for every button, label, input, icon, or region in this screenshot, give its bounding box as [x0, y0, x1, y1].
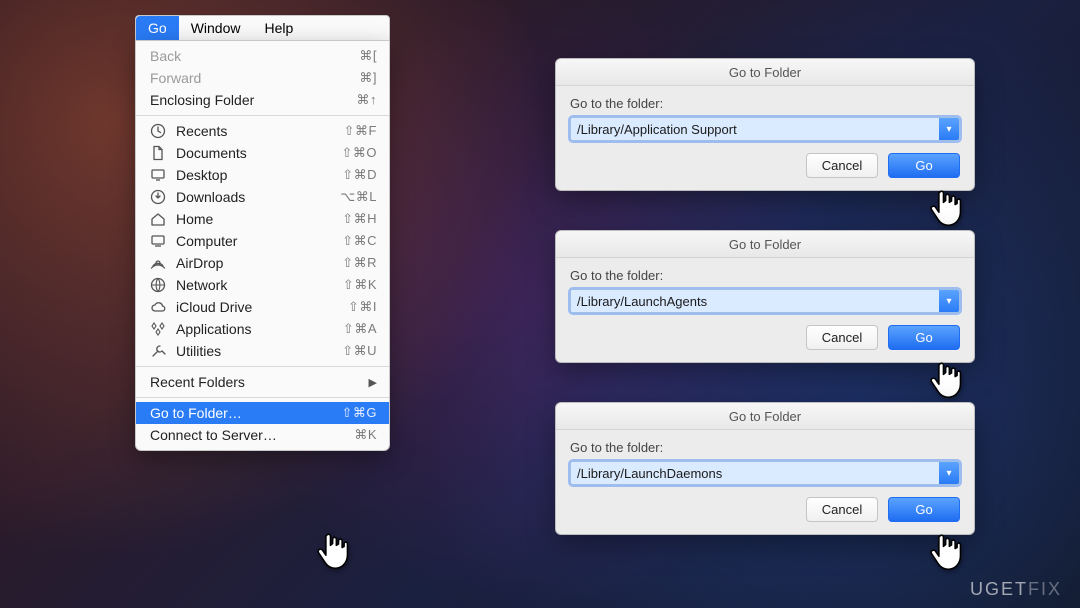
shortcut-label: ⇧⌘O	[341, 145, 377, 161]
folder-path-combobox[interactable]: ▾	[570, 461, 960, 485]
menu-item-recents[interactable]: Recents ⇧⌘F	[136, 120, 389, 142]
cancel-button[interactable]: Cancel	[806, 497, 878, 522]
go-button[interactable]: Go	[888, 325, 960, 350]
menu-item-utilities[interactable]: Utilities ⇧⌘U	[136, 340, 389, 362]
dialog-title: Go to Folder	[556, 231, 974, 258]
go-to-folder-dialog-3: Go to Folder Go to the folder: ▾ Cancel …	[555, 402, 975, 535]
pointer-cursor-icon	[313, 528, 353, 576]
menu-item-documents[interactable]: Documents ⇧⌘O	[136, 142, 389, 164]
menu-item-network[interactable]: Network ⇧⌘K	[136, 274, 389, 296]
go-menu-dropdown: Back ⌘[ Forward ⌘] Enclosing Folder ⌘↑ R…	[135, 40, 390, 451]
menu-item-label: Home	[176, 211, 332, 227]
menu-item-airdrop[interactable]: AirDrop ⇧⌘R	[136, 252, 389, 274]
dropdown-arrow-icon[interactable]: ▾	[939, 290, 959, 312]
shortcut-label: ⌘[	[359, 48, 377, 64]
menu-item-label: Desktop	[176, 167, 332, 183]
menu-item-label: Applications	[176, 321, 333, 337]
home-icon	[150, 211, 166, 227]
shortcut-label: ⌘]	[359, 70, 377, 86]
dialog-title: Go to Folder	[556, 59, 974, 86]
menu-item-computer[interactable]: Computer ⇧⌘C	[136, 230, 389, 252]
menu-item-back[interactable]: Back ⌘[	[136, 45, 389, 67]
folder-path-combobox[interactable]: ▾	[570, 289, 960, 313]
menu-help[interactable]: Help	[252, 16, 305, 40]
menu-item-label: Go to Folder…	[150, 405, 331, 421]
menu-item-label: iCloud Drive	[176, 299, 338, 315]
menu-item-label: Recents	[176, 123, 334, 139]
go-to-folder-dialog-1: Go to Folder Go to the folder: ▾ Cancel …	[555, 58, 975, 191]
menu-separator	[136, 115, 389, 116]
network-icon	[150, 277, 166, 293]
menu-window[interactable]: Window	[179, 16, 253, 40]
shortcut-label: ⇧⌘I	[348, 299, 377, 315]
shortcut-label: ⇧⌘D	[342, 167, 377, 183]
menu-item-icloud-drive[interactable]: iCloud Drive ⇧⌘I	[136, 296, 389, 318]
menu-item-label: Network	[176, 277, 333, 293]
shortcut-label: ⌘↑	[357, 92, 378, 108]
apps-icon	[150, 321, 166, 337]
shortcut-label: ⇧⌘R	[342, 255, 377, 271]
shortcut-label: ⇧⌘G	[341, 405, 377, 421]
shortcut-label: ⇧⌘C	[342, 233, 377, 249]
menu-item-home[interactable]: Home ⇧⌘H	[136, 208, 389, 230]
cancel-button[interactable]: Cancel	[806, 153, 878, 178]
menu-item-label: Recent Folders	[150, 374, 359, 390]
cancel-button[interactable]: Cancel	[806, 325, 878, 350]
folder-path-combobox[interactable]: ▾	[570, 117, 960, 141]
folder-path-input[interactable]	[571, 462, 939, 484]
menu-item-label: Forward	[150, 70, 349, 86]
folder-path-input[interactable]	[571, 290, 939, 312]
pointer-cursor-icon	[926, 529, 966, 577]
dialog-prompt: Go to the folder:	[570, 440, 960, 455]
download-icon	[150, 189, 166, 205]
shortcut-label: ⇧⌘U	[342, 343, 377, 359]
menu-item-connect-to-server[interactable]: Connect to Server… ⌘K	[136, 424, 389, 446]
shortcut-label: ⇧⌘H	[342, 211, 377, 227]
shortcut-label: ⇧⌘A	[343, 321, 377, 337]
folder-path-input[interactable]	[571, 118, 939, 140]
menu-item-label: Documents	[176, 145, 331, 161]
dropdown-arrow-icon[interactable]: ▾	[939, 462, 959, 484]
document-icon	[150, 145, 166, 161]
menu-item-forward[interactable]: Forward ⌘]	[136, 67, 389, 89]
shortcut-label: ⇧⌘F	[344, 123, 377, 139]
go-button[interactable]: Go	[888, 497, 960, 522]
pointer-cursor-icon	[926, 357, 966, 405]
dialog-prompt: Go to the folder:	[570, 268, 960, 283]
menu-separator	[136, 366, 389, 367]
dropdown-arrow-icon[interactable]: ▾	[939, 118, 959, 140]
menu-item-label: Back	[150, 48, 349, 64]
go-button[interactable]: Go	[888, 153, 960, 178]
menu-item-downloads[interactable]: Downloads ⌥⌘L	[136, 186, 389, 208]
cloud-icon	[150, 299, 166, 315]
menu-item-label: Utilities	[176, 343, 332, 359]
menu-item-enclosing-folder[interactable]: Enclosing Folder ⌘↑	[136, 89, 389, 111]
menu-go[interactable]: Go	[136, 16, 179, 40]
clock-icon	[150, 123, 166, 139]
menu-item-label: Computer	[176, 233, 332, 249]
finder-menubar: Go Window Help	[135, 15, 390, 41]
menu-separator	[136, 397, 389, 398]
menu-item-label: Connect to Server…	[150, 427, 344, 443]
shortcut-label: ⌥⌘L	[340, 189, 377, 205]
submenu-arrow-icon: ▶	[369, 376, 377, 389]
menu-item-go-to-folder[interactable]: Go to Folder… ⇧⌘G	[136, 402, 389, 424]
airdrop-icon	[150, 255, 166, 271]
menu-item-applications[interactable]: Applications ⇧⌘A	[136, 318, 389, 340]
desktop-icon	[150, 167, 166, 183]
go-to-folder-dialog-2: Go to Folder Go to the folder: ▾ Cancel …	[555, 230, 975, 363]
menu-item-label: Downloads	[176, 189, 330, 205]
watermark: UGETFIX	[970, 579, 1062, 600]
menu-item-label: AirDrop	[176, 255, 332, 271]
menu-item-recent-folders[interactable]: Recent Folders ▶	[136, 371, 389, 393]
pointer-cursor-icon	[926, 185, 966, 233]
shortcut-label: ⇧⌘K	[343, 277, 377, 293]
tools-icon	[150, 343, 166, 359]
computer-icon	[150, 233, 166, 249]
menu-item-desktop[interactable]: Desktop ⇧⌘D	[136, 164, 389, 186]
dialog-prompt: Go to the folder:	[570, 96, 960, 111]
shortcut-label: ⌘K	[354, 427, 377, 443]
dialog-title: Go to Folder	[556, 403, 974, 430]
menu-item-label: Enclosing Folder	[150, 92, 347, 108]
